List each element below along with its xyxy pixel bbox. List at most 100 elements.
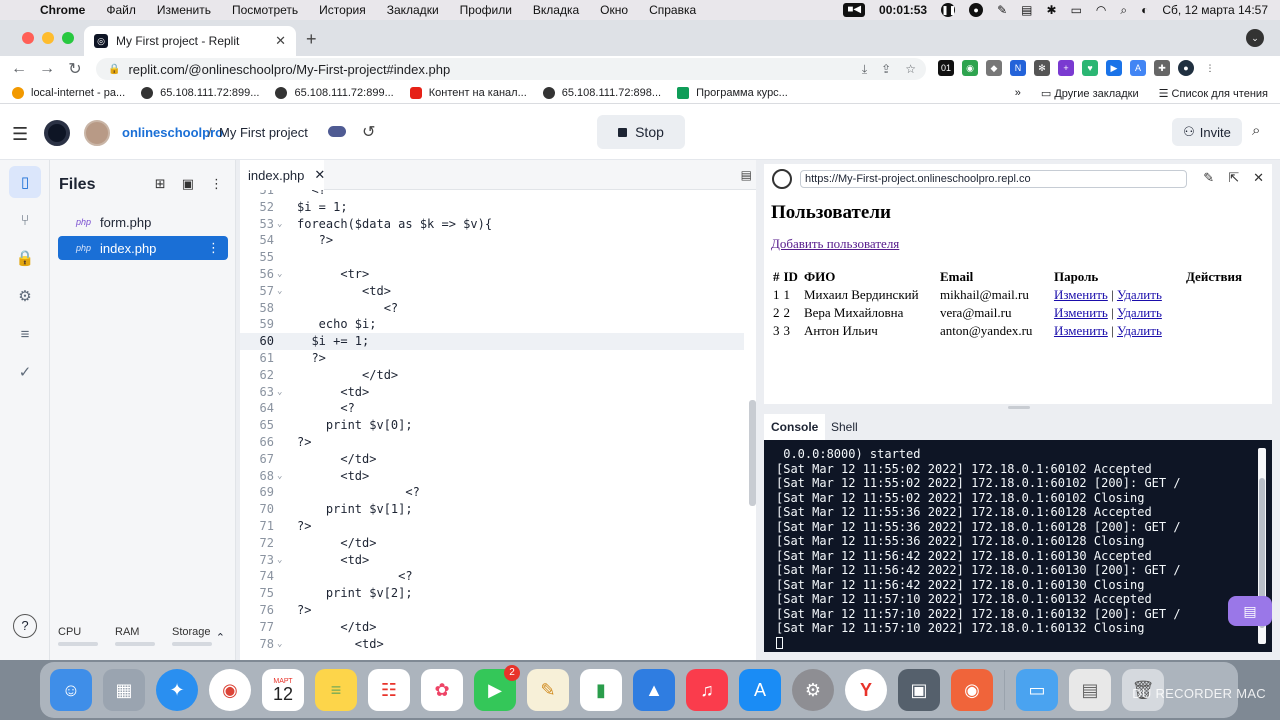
code-line[interactable]: 77 </td> [240, 619, 744, 636]
pause-icon[interactable]: ❚❚ [941, 3, 956, 17]
reload-icon[interactable]: ↻ [61, 59, 89, 79]
extension-gear-icon[interactable]: ✻ [1034, 60, 1050, 76]
project-title[interactable]: My First project [219, 125, 308, 140]
chrome-icon[interactable]: ◉ [209, 669, 251, 711]
menu-file[interactable]: Файл [106, 3, 136, 17]
code-line[interactable]: 67 </td> [240, 451, 744, 468]
secrets-lock-icon[interactable]: 🔒 [9, 242, 41, 274]
photos-icon[interactable]: ✿ [421, 669, 463, 711]
star-icon[interactable]: ☆ [905, 62, 916, 77]
edit-link[interactable]: Изменить [1054, 287, 1108, 302]
editor-layout-icon[interactable]: ▤ [741, 168, 752, 182]
code-line[interactable]: 76 ?> [240, 602, 744, 619]
file-item-form-php[interactable]: php form.php [58, 210, 228, 234]
battery-icon[interactable]: ▭ [1071, 3, 1082, 17]
du-recorder-icon[interactable]: ◉ [951, 669, 993, 711]
php-language-icon[interactable] [328, 126, 346, 137]
invite-button[interactable]: ⚇ Invite [1172, 118, 1242, 146]
extension-new-icon[interactable]: N [1010, 60, 1026, 76]
extension-green-icon[interactable]: ◉ [962, 60, 978, 76]
fold-chevron-icon[interactable]: ⌄ [277, 283, 282, 300]
yandex-browser-icon[interactable]: Y [845, 669, 887, 711]
extension-heart-icon[interactable]: ♥ [1082, 60, 1098, 76]
bookmark-item[interactable]: 65.108.111.72:898... [542, 86, 661, 99]
webview-icon[interactable] [772, 169, 792, 189]
bookmark-item[interactable]: Контент на канал... [409, 86, 527, 99]
code-line[interactable]: 64 <? [240, 400, 744, 417]
fold-chevron-icon[interactable]: ⌄ [277, 266, 282, 283]
code-line[interactable]: 69 <? [240, 484, 744, 501]
share-icon[interactable]: ⇪ [881, 62, 891, 77]
wifi-icon[interactable]: ◠ [1096, 3, 1106, 17]
zoom-window-button[interactable] [62, 32, 74, 44]
code-line[interactable]: 58 <? [240, 300, 744, 317]
open-new-tab-icon[interactable]: ⇱ [1228, 170, 1239, 186]
menu-chrome[interactable]: Chrome [40, 3, 85, 17]
url-text[interactable]: replit.com/@onlineschoolpro/My-First-pro… [128, 62, 450, 77]
finder-icon[interactable]: ☺ [50, 669, 92, 711]
code-line[interactable]: 61 ?> [240, 350, 744, 367]
new-folder-icon[interactable]: ▣ [182, 176, 194, 192]
omnibox[interactable]: 🔒 replit.com/@onlineschoolpro/My-First-p… [96, 58, 926, 80]
avatar[interactable] [84, 120, 110, 146]
install-icon[interactable]: ⤓ [862, 62, 867, 77]
safari-icon[interactable]: ✦ [156, 669, 198, 711]
browser-tab[interactable]: ◎ My First project - Replit ✕ [84, 26, 296, 56]
extensions-puzzle-icon[interactable]: ✚ [1154, 60, 1170, 76]
code-line[interactable]: 66 ?> [240, 434, 744, 451]
numbers-icon[interactable]: ▮ [580, 669, 622, 711]
bookmark-item[interactable]: 65.108.111.72:899... [275, 86, 394, 99]
extension-shield-icon[interactable]: ◆ [986, 60, 1002, 76]
reading-list[interactable]: ☰ Список для чтения [1159, 87, 1268, 100]
keynote-icon[interactable]: ▲ [633, 669, 675, 711]
file-item-index-php[interactable]: php index.php ⋮ [58, 236, 228, 260]
menu-window[interactable]: Окно [600, 3, 628, 17]
fold-chevron-icon[interactable]: ⌄ [277, 636, 282, 653]
fold-chevron-icon[interactable]: ⌄ [277, 552, 282, 569]
extension-blue-icon[interactable]: ▶ [1106, 60, 1122, 76]
bookmark-item[interactable]: Программа курс... [677, 86, 788, 99]
checkmark-icon[interactable]: ✓ [9, 356, 41, 388]
code-line[interactable]: 53 ⌄ foreach($data as $k => $v){ [240, 216, 744, 233]
code-line[interactable]: 73 ⌄ <td> [240, 552, 744, 569]
code-line[interactable]: 72 </td> [240, 535, 744, 552]
app-store-icon[interactable]: A [739, 669, 781, 711]
code-line[interactable]: 51 <? [240, 190, 744, 199]
webview-url[interactable]: https://My-First-project.onlineschoolpro… [800, 170, 1187, 188]
code-line[interactable]: 63 ⌄ <td> [240, 384, 744, 401]
browser-menu-icon[interactable]: ⋮ [1202, 60, 1218, 76]
menu-help[interactable]: Справка [649, 3, 696, 17]
date-time[interactable]: Сб, 12 марта 14:57 [1162, 3, 1268, 17]
documents-stack-icon[interactable]: ▤ [1069, 669, 1111, 711]
menu-tab[interactable]: Вкладка [533, 3, 579, 17]
chat-button[interactable]: ▤ [1228, 596, 1272, 626]
downloads-folder-icon[interactable]: ▭ [1016, 669, 1058, 711]
translate-icon[interactable]: A [1130, 60, 1146, 76]
fold-chevron-icon[interactable]: ⌄ [277, 468, 282, 485]
profile-avatar-icon[interactable]: ● [1178, 60, 1194, 76]
menu-bookmarks[interactable]: Закладки [387, 3, 439, 17]
code-line[interactable]: 68 ⌄ <td> [240, 468, 744, 485]
stop-button[interactable]: Stop [597, 115, 685, 149]
code-line[interactable]: 74 <? [240, 568, 744, 585]
notes-icon[interactable]: ≡ [315, 669, 357, 711]
close-tab-icon[interactable]: ✕ [275, 33, 286, 49]
code-line[interactable]: 56 ⌄ <tr> [240, 266, 744, 283]
code-line[interactable]: 78 ⌄ <td> [240, 636, 744, 653]
code-line[interactable]: 60 $i += 1; [240, 333, 744, 351]
code-line[interactable]: 52 $i = 1; [240, 199, 744, 216]
lock-icon[interactable]: 🔒 [108, 64, 120, 75]
close-icon[interactable]: ✕ [1253, 170, 1264, 186]
settings-gear-icon[interactable]: ⚙ [9, 280, 41, 312]
close-window-button[interactable] [22, 32, 34, 44]
extension-plus-icon[interactable]: + [1058, 60, 1074, 76]
pages-icon[interactable]: ✎ [527, 669, 569, 711]
new-file-icon[interactable]: ⊞ [155, 176, 166, 192]
edit-icon[interactable]: ✎ [1203, 170, 1214, 186]
files-tool-icon[interactable]: ▯ [9, 166, 41, 198]
bookmark-item[interactable]: 65.108.111.72:899... [141, 86, 259, 99]
facetime-icon[interactable]: ▶ 2 [474, 665, 520, 711]
delete-link[interactable]: Удалить [1117, 287, 1162, 302]
menu-profiles[interactable]: Профили [460, 3, 512, 17]
code-line[interactable]: 59 echo $i; [240, 316, 744, 333]
